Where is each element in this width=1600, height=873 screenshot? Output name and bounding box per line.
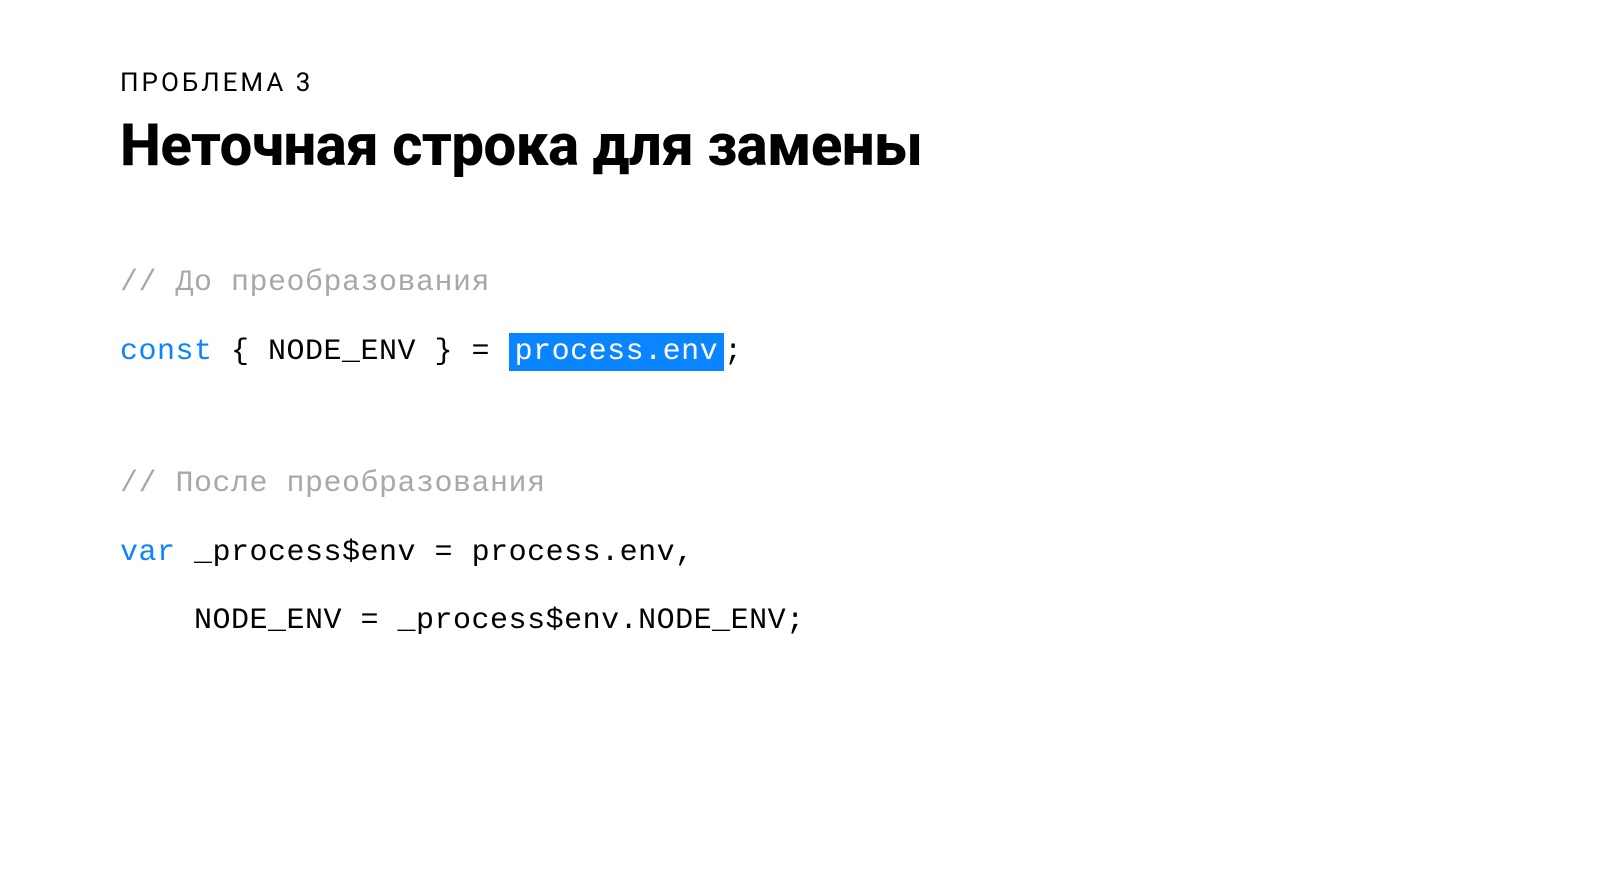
code-gap	[120, 397, 1480, 461]
code-before-line1: const { NODE_ENV } = process.env;	[120, 329, 1480, 376]
highlighted-token: process.env	[509, 333, 725, 371]
slide-content: ПРОБЛЕМА 3 Неточная строка для замены //…	[0, 0, 1600, 645]
slide-title: Неточная строка для замены	[120, 112, 1480, 180]
code-comment-after: // После преобразования	[120, 461, 1480, 508]
code-after-line2: NODE_ENV = _process$env.NODE_ENV;	[120, 598, 1480, 645]
code-block: // До преобразования const { NODE_ENV } …	[120, 260, 1480, 645]
code-after-line1: var _process$env = process.env,	[120, 530, 1480, 577]
eyebrow-label: ПРОБЛЕМА 3	[120, 68, 1480, 98]
code-comment-before: // До преобразования	[120, 260, 1480, 307]
